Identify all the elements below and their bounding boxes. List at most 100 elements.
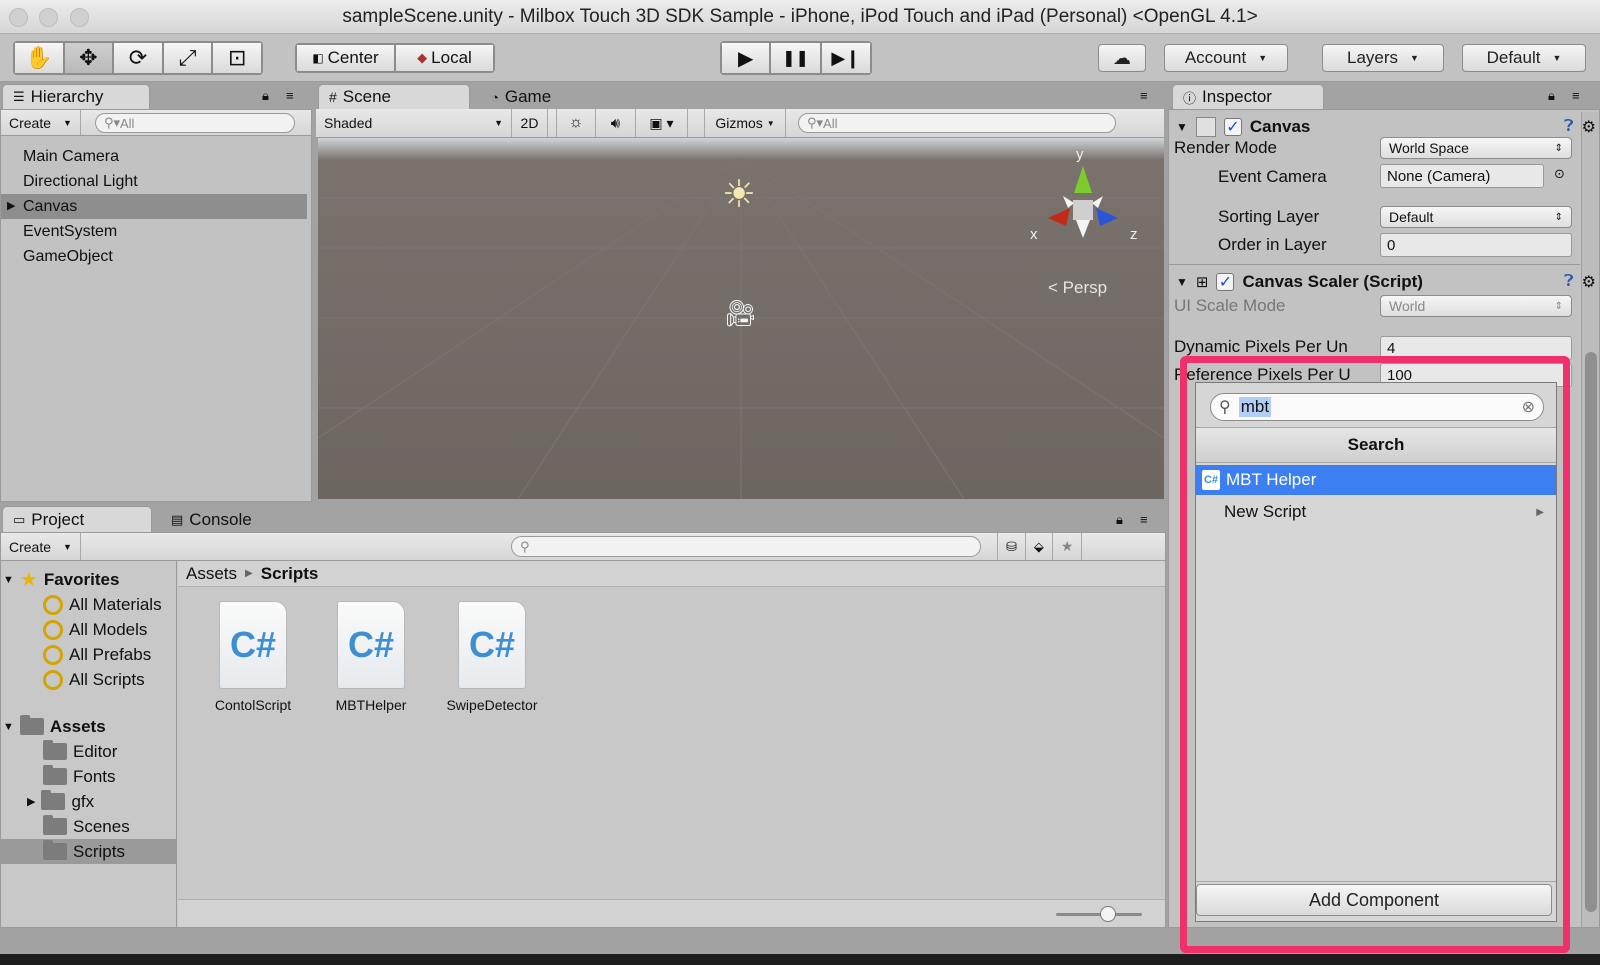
rotate-tool-icon[interactable]: ⟳: [113, 42, 163, 74]
rect-tool-icon[interactable]: ⊡: [212, 42, 262, 74]
folder-label: Fonts: [73, 766, 116, 786]
panel-menu-icon[interactable]: ≡: [1140, 512, 1148, 527]
breadcrumb-scripts[interactable]: Scripts: [261, 564, 319, 584]
order-in-layer-field[interactable]: 0: [1380, 233, 1572, 257]
favorite-all-prefabs[interactable]: All Prefabs: [43, 642, 151, 667]
expand-arrow-icon[interactable]: ▶: [27, 795, 35, 808]
scene-toolbar: Shaded ▼ 2D ☼ 🔊︎ ▣ ▾ Gizmos ▼ ⚲▾ All: [316, 109, 1164, 138]
hierarchy-search-input[interactable]: ⚲▾ All: [94, 113, 295, 133]
hierarchy-item-main-camera[interactable]: Main Camera: [1, 144, 307, 169]
breadcrumb-assets[interactable]: Assets: [186, 564, 237, 584]
collapse-arrow-icon[interactable]: ▼: [1176, 275, 1188, 289]
tab-game[interactable]: ◔ Game: [480, 84, 600, 109]
shading-dropdown[interactable]: Shaded ▼: [316, 109, 512, 137]
panel-menu-icon[interactable]: ≡: [1572, 88, 1580, 103]
project-create-dropdown[interactable]: Create: [1, 533, 81, 560]
folder-label: Editor: [73, 741, 118, 761]
tab-hierarchy[interactable]: ☰ Hierarchy: [2, 84, 150, 109]
file-mbthelper[interactable]: C# MBTHelper: [323, 601, 419, 713]
folder-scripts[interactable]: Scripts: [43, 839, 125, 864]
filter-label-icon[interactable]: ⬙: [1026, 533, 1053, 560]
tab-inspector[interactable]: ⓘ Inspector: [1172, 84, 1324, 109]
folder-icon: [43, 840, 67, 860]
hierarchy-create-dropdown[interactable]: Create: [1, 110, 81, 135]
scene-viewport[interactable]: ☀ 🎥︎ y x z < Persp: [318, 138, 1164, 499]
settings-gear-icon[interactable]: ⚙: [1582, 272, 1596, 292]
collapse-arrow-icon[interactable]: ▼: [3, 574, 14, 586]
perspective-toggle[interactable]: < Persp: [1048, 278, 1107, 298]
zoom-window-button[interactable]: [70, 8, 89, 27]
scale-tool-icon[interactable]: ⤢: [162, 42, 213, 74]
tab-console[interactable]: ▤ Console: [160, 506, 290, 532]
sorting-layer-dropdown[interactable]: Default ⇕: [1380, 206, 1572, 228]
minimize-window-button[interactable]: [39, 8, 58, 27]
hierarchy-item-label: GameObject: [23, 248, 113, 265]
star-icon[interactable]: ★: [1053, 533, 1083, 560]
step-icon[interactable]: ▶❙: [820, 42, 871, 74]
render-mode-dropdown[interactable]: World Space ⇕: [1380, 137, 1572, 159]
tab-scene[interactable]: # Scene: [318, 84, 470, 109]
lock-icon[interactable]: 🔒︎: [262, 88, 269, 104]
hierarchy-item-directional-light[interactable]: Directional Light: [1, 169, 307, 194]
favorite-all-models[interactable]: All Models: [43, 617, 147, 642]
cloud-icon[interactable]: ☁: [1098, 44, 1146, 72]
panel-menu-icon[interactable]: ≡: [286, 88, 294, 103]
folder-scenes[interactable]: Scenes: [43, 814, 130, 839]
project-search-input[interactable]: ⚲: [510, 536, 981, 557]
mode-2d-button[interactable]: 2D: [512, 109, 548, 137]
scene-search-placeholder: All: [823, 115, 838, 131]
hierarchy-item-gameobject[interactable]: GameObject: [1, 244, 307, 269]
pivot-local-button[interactable]: ◆ Local: [395, 44, 494, 72]
layout-dropdown[interactable]: Default: [1462, 44, 1586, 72]
move-tool-icon[interactable]: ✥: [63, 42, 114, 74]
favorite-all-scripts[interactable]: All Scripts: [43, 667, 145, 692]
favorites-node[interactable]: ▼ ★ Favorites: [3, 567, 119, 592]
effects-toggle-icon[interactable]: ▣ ▾: [636, 109, 688, 137]
help-icon[interactable]: ❓︎: [1564, 273, 1574, 291]
inspector-scrollbar[interactable]: [1581, 112, 1599, 927]
lighting-toggle-icon[interactable]: ☼: [556, 109, 596, 137]
layers-dropdown[interactable]: Layers: [1322, 44, 1444, 72]
help-icon[interactable]: ❓︎: [1564, 118, 1574, 136]
favorite-all-materials[interactable]: All Materials: [43, 592, 162, 617]
lock-icon[interactable]: 🔒︎: [1116, 512, 1123, 528]
zoom-slider-thumb[interactable]: [1100, 906, 1116, 922]
account-dropdown[interactable]: Account: [1164, 44, 1288, 72]
folder-gfx[interactable]: ▶ gfx: [27, 789, 94, 814]
collapse-arrow-icon[interactable]: ▼: [3, 721, 14, 733]
assets-node[interactable]: ▼ Assets: [3, 714, 106, 739]
transform-tools: ✋ ✥ ⟳ ⤢ ⊡: [13, 41, 263, 75]
gizmos-dropdown[interactable]: Gizmos ▼: [704, 109, 786, 137]
scrollbar-thumb[interactable]: [1585, 352, 1597, 912]
object-picker-icon[interactable]: ⊙: [1554, 166, 1565, 182]
play-icon[interactable]: ▶: [721, 42, 771, 74]
settings-gear-icon[interactable]: ⚙: [1582, 117, 1596, 137]
close-window-button[interactable]: [9, 8, 28, 27]
pause-icon[interactable]: ❚❚: [770, 42, 821, 74]
collapse-arrow-icon[interactable]: ▼: [1176, 120, 1188, 134]
folder-editor[interactable]: Editor: [43, 739, 117, 764]
panel-menu-icon[interactable]: ≡: [1140, 88, 1148, 103]
pivot-center-button[interactable]: ◧ Center: [296, 44, 395, 72]
scene-search-input[interactable]: ⚲▾ All: [798, 113, 1116, 133]
audio-toggle-icon[interactable]: 🔊︎: [596, 109, 636, 137]
tab-project[interactable]: ▭ Project: [2, 506, 152, 532]
camera-icon[interactable]: 🎥︎: [724, 298, 757, 329]
zoom-slider-track[interactable]: [1056, 913, 1142, 916]
hierarchy-item-canvas[interactable]: ▶ Canvas: [1, 194, 307, 219]
hierarchy-item-eventsystem[interactable]: EventSystem: [1, 219, 307, 244]
file-swipedetector[interactable]: C# SwipeDetector: [437, 601, 547, 713]
folder-fonts[interactable]: Fonts: [43, 764, 116, 789]
hand-tool-icon[interactable]: ✋: [14, 42, 64, 74]
ui-scale-mode-label: UI Scale Mode: [1174, 296, 1286, 315]
file-contolscript[interactable]: C# ContolScript: [205, 601, 301, 713]
lock-icon[interactable]: 🔒︎: [1548, 88, 1555, 104]
folder-icon: ▭: [13, 511, 26, 527]
sun-icon[interactable]: ☀: [722, 172, 756, 217]
canvas-scaler-enabled-checkbox[interactable]: ✓: [1216, 273, 1235, 291]
event-camera-field[interactable]: None (Camera): [1380, 164, 1544, 188]
project-panel: Create ⚲ ⛁ ⬙ ★ ▼ ★ Favorites All Materia…: [0, 532, 1166, 928]
filter-type-icon[interactable]: ⛁: [996, 533, 1026, 560]
expand-arrow-icon[interactable]: ▶: [7, 194, 15, 219]
playback-controls: ▶ ❚❚ ▶❙: [720, 41, 872, 75]
